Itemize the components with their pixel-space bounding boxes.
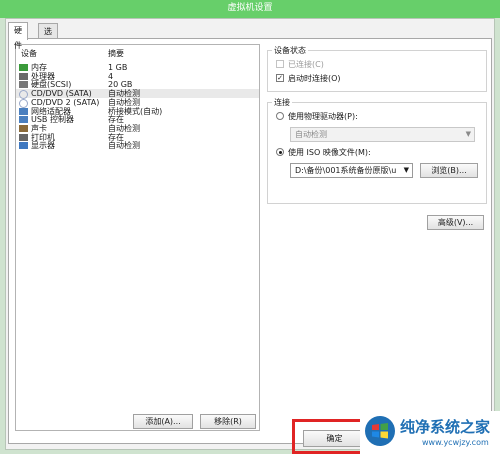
dialog-body: 硬件 选项 设备 摘要 内存1 GB处理器4硬盘(SCSI)20 GBCD/DV… [5, 18, 495, 450]
column-header-device[interactable]: 设备 [21, 48, 37, 59]
device-summary: 自动检测 [108, 97, 140, 107]
device-name: CD/DVD (SATA) [31, 89, 92, 99]
sound-card-icon [19, 124, 28, 132]
window-title: 虚拟机设置 [227, 3, 273, 13]
remove-device-button[interactable]: 移除(R) [200, 414, 256, 429]
iso-path-value: D:\备份\001系统备份原版\u [295, 166, 397, 175]
watermark-name: 纯净系统之家 [400, 418, 491, 436]
printer-icon [19, 133, 28, 141]
browse-button[interactable]: 浏览(B)... [420, 163, 478, 178]
iso-image-label: 使用 ISO 映像文件(M): [288, 148, 371, 157]
device-summary: 自动检测 [108, 141, 140, 151]
physical-drive-label: 使用物理驱动器(P): [288, 112, 358, 121]
tab-hardware[interactable]: 硬件 [8, 22, 28, 50]
advanced-button[interactable]: 高级(V)... [427, 215, 484, 230]
usb-icon [19, 116, 28, 124]
connect-at-power-on-label: 启动时连接(O) [288, 74, 341, 83]
device-name: 声卡 [31, 123, 47, 133]
iso-image-radio[interactable] [276, 148, 284, 156]
connected-checkbox[interactable] [276, 60, 284, 68]
device-row[interactable]: 显示器 自动检测 [16, 141, 259, 150]
windows-logo-icon [365, 416, 395, 446]
physical-drive-value: 自动检测 [295, 130, 327, 139]
device-row[interactable]: 内存 1 GB [16, 63, 259, 72]
device-summary: 存在 [108, 115, 124, 125]
ok-button[interactable]: 确定 [303, 430, 366, 447]
device-list[interactable]: 设备 摘要 内存 1 GB 处理器 4 硬盘(SCSI) 20 GB CD/DVD (SAT… [15, 44, 260, 431]
device-name: USB 控制器 [31, 115, 74, 125]
connect-at-power-on-checkbox[interactable]: ✓ [276, 74, 284, 82]
chevron-down-icon: ▼ [403, 166, 409, 174]
physical-drive-dropdown[interactable]: 自动检测 ▼ [290, 127, 475, 142]
memory-icon [19, 64, 28, 71]
iso-path-dropdown[interactable]: D:\备份\001系统备份原版\u ▼ [290, 163, 413, 178]
display-icon [19, 142, 28, 150]
watermark: 纯净系统之家 www.ycwjzy.com [360, 411, 500, 454]
device-row[interactable]: 声卡 自动检测 [16, 124, 259, 133]
device-name: 打印机 [31, 132, 55, 142]
connected-label: 已连接(C) [288, 60, 324, 69]
device-name: 内存 [31, 63, 47, 72]
device-status-group: 设备状态 已连接(C) ✓ 启动时连接(O) [267, 45, 487, 92]
connection-group: 连接 使用物理驱动器(P): 自动检测 ▼ 使用 ISO 映像文件(M): D:… [267, 97, 487, 204]
device-row[interactable]: CD/DVD 2 (SATA) 自动检测 [16, 97, 259, 108]
hard-disk-icon [19, 81, 28, 89]
tab-options[interactable]: 选项 [38, 23, 58, 51]
chevron-down-icon: ▼ [465, 130, 471, 138]
cpu-icon [19, 72, 28, 80]
device-list-header: 设备 摘要 [16, 45, 259, 59]
physical-drive-radio[interactable] [276, 112, 284, 120]
hardware-panel: 设备 摘要 内存 1 GB 处理器 4 硬盘(SCSI) 20 GB CD/DVD (SAT… [8, 38, 492, 444]
add-device-button[interactable]: 添加(A)... [133, 414, 193, 429]
device-status-title: 设备状态 [272, 45, 308, 56]
network-adapter-icon [19, 107, 28, 115]
device-name: CD/DVD 2 (SATA) [31, 97, 100, 107]
device-summary: 4 [108, 71, 114, 81]
window-title-bar[interactable]: 虚拟机设置 [0, 0, 500, 18]
device-summary: 自动检测 [108, 123, 140, 133]
device-row[interactable]: CD/DVD (SATA) 自动检测 [16, 89, 259, 100]
device-summary: 自动检测 [108, 89, 140, 99]
watermark-url: www.ycwjzy.com [422, 438, 489, 447]
device-name: 硬盘(SCSI) [31, 80, 72, 90]
device-row[interactable]: USB 控制器 存在 [16, 115, 259, 124]
column-header-summary[interactable]: 摘要 [108, 48, 124, 59]
connection-title: 连接 [272, 97, 292, 108]
device-name: 显示器 [31, 141, 55, 151]
device-summary: 1 GB [108, 63, 128, 72]
